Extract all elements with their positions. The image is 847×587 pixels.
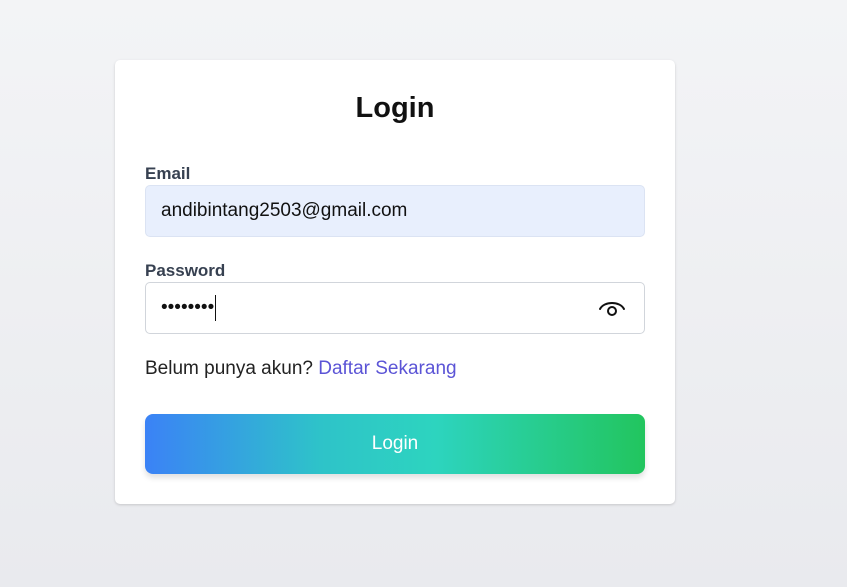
eye-icon-graphic xyxy=(599,302,625,316)
login-card: Login Email andibintang2503@gmail.com Pa… xyxy=(115,60,675,504)
login-button[interactable]: Login xyxy=(145,414,645,474)
email-label: Email xyxy=(145,164,191,183)
password-label: Password xyxy=(145,261,226,280)
email-value: andibintang2503@gmail.com xyxy=(161,200,408,221)
register-prompt: Belum punya akun? Daftar Sekarang xyxy=(145,358,457,380)
eye-icon[interactable] xyxy=(598,296,626,320)
password-field[interactable]: •••••••• xyxy=(145,282,645,334)
password-value: •••••••• xyxy=(161,297,215,318)
text-cursor xyxy=(215,295,217,321)
register-link[interactable]: Daftar Sekarang xyxy=(318,358,456,379)
login-title: Login xyxy=(355,92,435,124)
email-field[interactable]: andibintang2503@gmail.com xyxy=(145,185,645,237)
register-prompt-text: Belum punya akun? xyxy=(145,358,313,379)
